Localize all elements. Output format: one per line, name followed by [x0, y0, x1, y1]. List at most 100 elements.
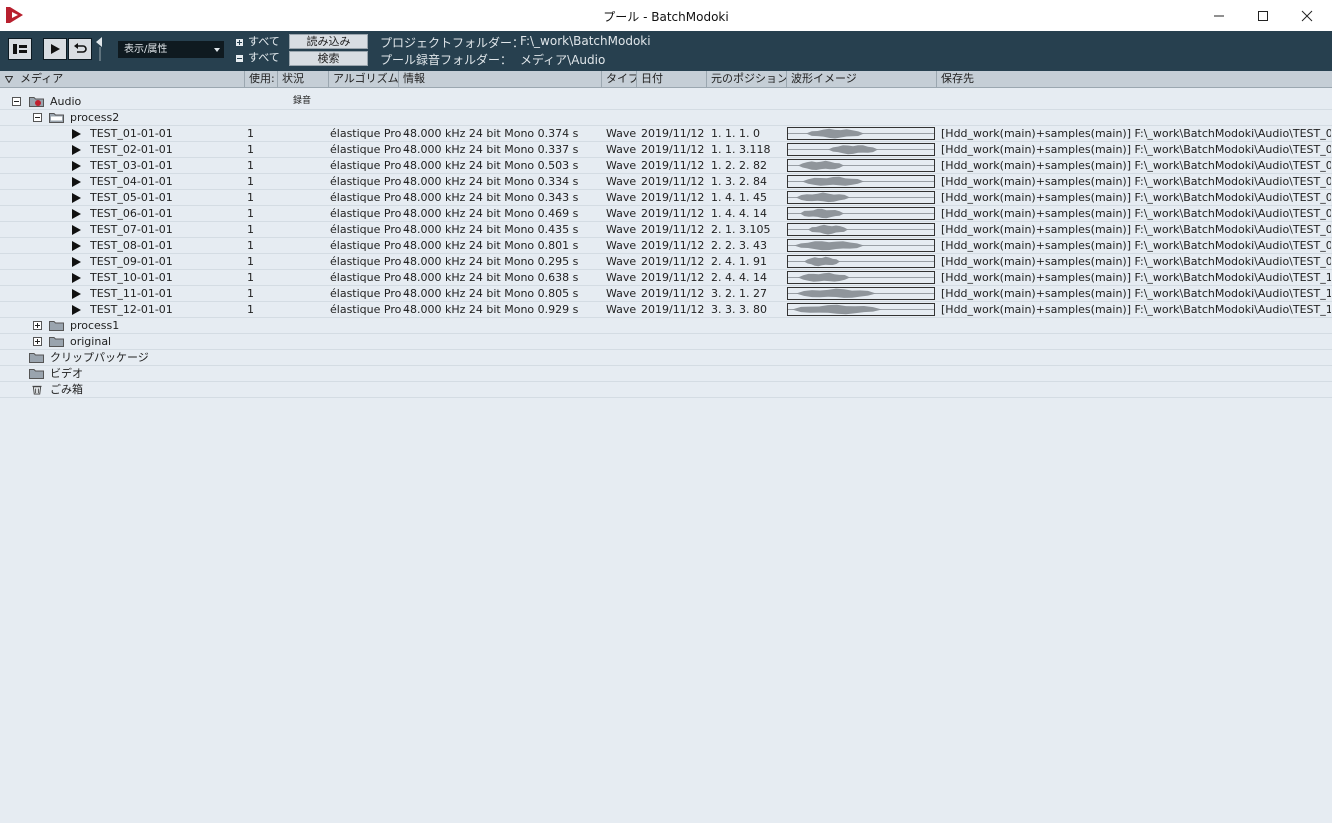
loop-button[interactable]	[68, 38, 92, 60]
column-algorithm[interactable]: アルゴリズム	[328, 71, 398, 87]
algorithm[interactable]: élastique Pro -	[330, 206, 409, 221]
algorithm[interactable]: élastique Pro -	[330, 238, 409, 253]
maximize-button[interactable]	[1240, 0, 1286, 31]
table-row[interactable]: TEST_03-01-01 1 élastique Pro -48.000 kHz …	[0, 158, 1332, 174]
play-icon[interactable]	[72, 241, 81, 251]
file-path: [Hdd_work(main)+samples(main)] F:\_work\…	[941, 255, 1331, 268]
file-path: [Hdd_work(main)+samples(main)] F:\_work\…	[941, 287, 1331, 300]
view-attribute-dropdown[interactable]: 表示/属性	[118, 41, 224, 58]
tree-row-video[interactable]: ビデオ	[0, 366, 1332, 382]
file-name: TEST_05-01-01	[90, 191, 173, 204]
table-row[interactable]: TEST_12-01-01 1 élastique Pro -48.000 kHz …	[0, 302, 1332, 318]
file-info: 48.000 kHz 24 bit Mono 0.295 s	[403, 255, 579, 268]
table-row[interactable]: TEST_05-01-01 1 élastique Pro -48.000 kHz …	[0, 190, 1332, 206]
tree-row-clip-packages[interactable]: クリップパッケージ	[0, 350, 1332, 366]
algorithm[interactable]: élastique Pro -	[330, 174, 409, 189]
algorithm[interactable]: élastique Pro -	[330, 142, 409, 157]
file-name: TEST_02-01-01	[90, 143, 173, 156]
inspector-toggle-button[interactable]	[8, 38, 32, 60]
tree-row-process2[interactable]: process2	[0, 110, 1332, 126]
column-date[interactable]: 日付	[636, 71, 706, 87]
used-count: 1	[247, 191, 254, 204]
column-media[interactable]: メディア	[16, 71, 244, 87]
import-button[interactable]: 読み込み	[289, 34, 368, 49]
column-path[interactable]: 保存先	[936, 71, 1332, 87]
collapse-toggle-icon[interactable]	[33, 113, 42, 122]
sort-triangle-icon[interactable]	[5, 76, 13, 83]
file-path: [Hdd_work(main)+samples(main)] F:\_work\…	[941, 127, 1331, 140]
tree-row-original[interactable]: original	[0, 334, 1332, 350]
table-row[interactable]: TEST_09-01-01 1 élastique Pro -48.000 kHz …	[0, 254, 1332, 270]
table-row[interactable]: TEST_04-01-01 1 élastique Pro -48.000 kHz …	[0, 174, 1332, 190]
column-type[interactable]: タイプ	[601, 71, 636, 87]
play-icon[interactable]	[72, 289, 81, 299]
used-count: 1	[247, 223, 254, 236]
minus-icon	[236, 54, 243, 62]
file-type: Wave	[606, 271, 637, 284]
algorithm[interactable]: élastique Pro -	[330, 286, 409, 301]
table-row[interactable]: TEST_10-01-01 1 élastique Pro -48.000 kHz …	[0, 270, 1332, 286]
play-icon[interactable]	[72, 177, 81, 187]
play-icon[interactable]	[72, 161, 81, 171]
algorithm[interactable]: élastique Pro -	[330, 254, 409, 269]
expand-all-button[interactable]: すべて	[236, 35, 280, 49]
waveform-icon	[788, 272, 934, 282]
column-waveform[interactable]: 波形イメージ	[786, 71, 936, 87]
algorithm[interactable]: élastique Pro -	[330, 158, 409, 173]
table-row[interactable]: TEST_07-01-01 1 élastique Pro -48.000 kHz …	[0, 222, 1332, 238]
algorithm[interactable]: élastique Pro -	[330, 190, 409, 205]
play-preview-button[interactable]	[43, 38, 67, 60]
table-row[interactable]: TEST_02-01-01 1 élastique Pro -48.000 kHz …	[0, 142, 1332, 158]
file-info: 48.000 kHz 24 bit Mono 0.805 s	[403, 287, 579, 300]
used-count: 1	[247, 303, 254, 316]
table-row[interactable]: TEST_11-01-01 1 élastique Pro -48.000 kHz …	[0, 286, 1332, 302]
column-status[interactable]: 状況	[277, 71, 328, 87]
origin-position: 1. 1. 1. 0	[711, 127, 760, 140]
tree-label: Audio	[50, 95, 82, 108]
waveform-image	[787, 287, 935, 300]
algorithm[interactable]: élastique Pro -	[330, 126, 409, 141]
algorithm[interactable]: élastique Pro -	[330, 270, 409, 285]
close-button[interactable]	[1284, 0, 1330, 31]
tree-row-process1[interactable]: process1	[0, 318, 1332, 334]
play-icon[interactable]	[72, 209, 81, 219]
volume-slider-icon[interactable]	[95, 37, 103, 61]
expand-toggle-icon[interactable]	[33, 337, 42, 346]
column-header: メディア 使用: 状況 アルゴリズム 情報 タイプ 日付 元のポジション 波形イ…	[0, 71, 1332, 88]
algorithm[interactable]: élastique Pro -	[330, 302, 409, 317]
play-icon[interactable]	[72, 129, 81, 139]
tree-row-trash[interactable]: ごみ箱	[0, 382, 1332, 398]
minimize-button[interactable]	[1196, 0, 1242, 31]
collapse-all-button[interactable]: すべて	[236, 51, 280, 65]
play-icon[interactable]	[72, 273, 81, 283]
file-type: Wave	[606, 287, 637, 300]
waveform-image	[787, 159, 935, 172]
play-icon[interactable]	[72, 305, 81, 315]
expand-toggle-icon[interactable]	[33, 321, 42, 330]
loop-icon	[74, 43, 87, 53]
file-type: Wave	[606, 239, 637, 252]
column-info[interactable]: 情報	[398, 71, 601, 87]
play-icon[interactable]	[72, 193, 81, 203]
origin-position: 2. 2. 3. 43	[711, 239, 767, 252]
search-button[interactable]: 検索	[289, 51, 368, 66]
table-row[interactable]: TEST_01-01-01 1 élastique Pro -48.000 kHz …	[0, 126, 1332, 142]
column-used[interactable]: 使用:	[244, 71, 277, 87]
waveform-image	[787, 239, 935, 252]
play-icon[interactable]	[72, 225, 81, 235]
algorithm[interactable]: élastique Pro -	[330, 222, 409, 237]
open-folder-icon	[49, 113, 64, 123]
plus-icon	[236, 38, 243, 46]
collapse-toggle-icon[interactable]	[12, 97, 21, 106]
tree-row-audio[interactable]: Audio 録音	[0, 94, 1332, 110]
play-icon[interactable]	[72, 257, 81, 267]
window-title: プール - BatchModoki	[603, 10, 729, 24]
play-icon[interactable]	[72, 145, 81, 155]
used-count: 1	[247, 271, 254, 284]
file-info: 48.000 kHz 24 bit Mono 0.374 s	[403, 127, 579, 140]
table-row[interactable]: TEST_06-01-01 1 élastique Pro -48.000 kHz …	[0, 206, 1332, 222]
column-origin-position[interactable]: 元のポジション	[706, 71, 786, 87]
used-count: 1	[247, 287, 254, 300]
file-name: TEST_07-01-01	[90, 223, 173, 236]
table-row[interactable]: TEST_08-01-01 1 élastique Pro -48.000 kHz …	[0, 238, 1332, 254]
